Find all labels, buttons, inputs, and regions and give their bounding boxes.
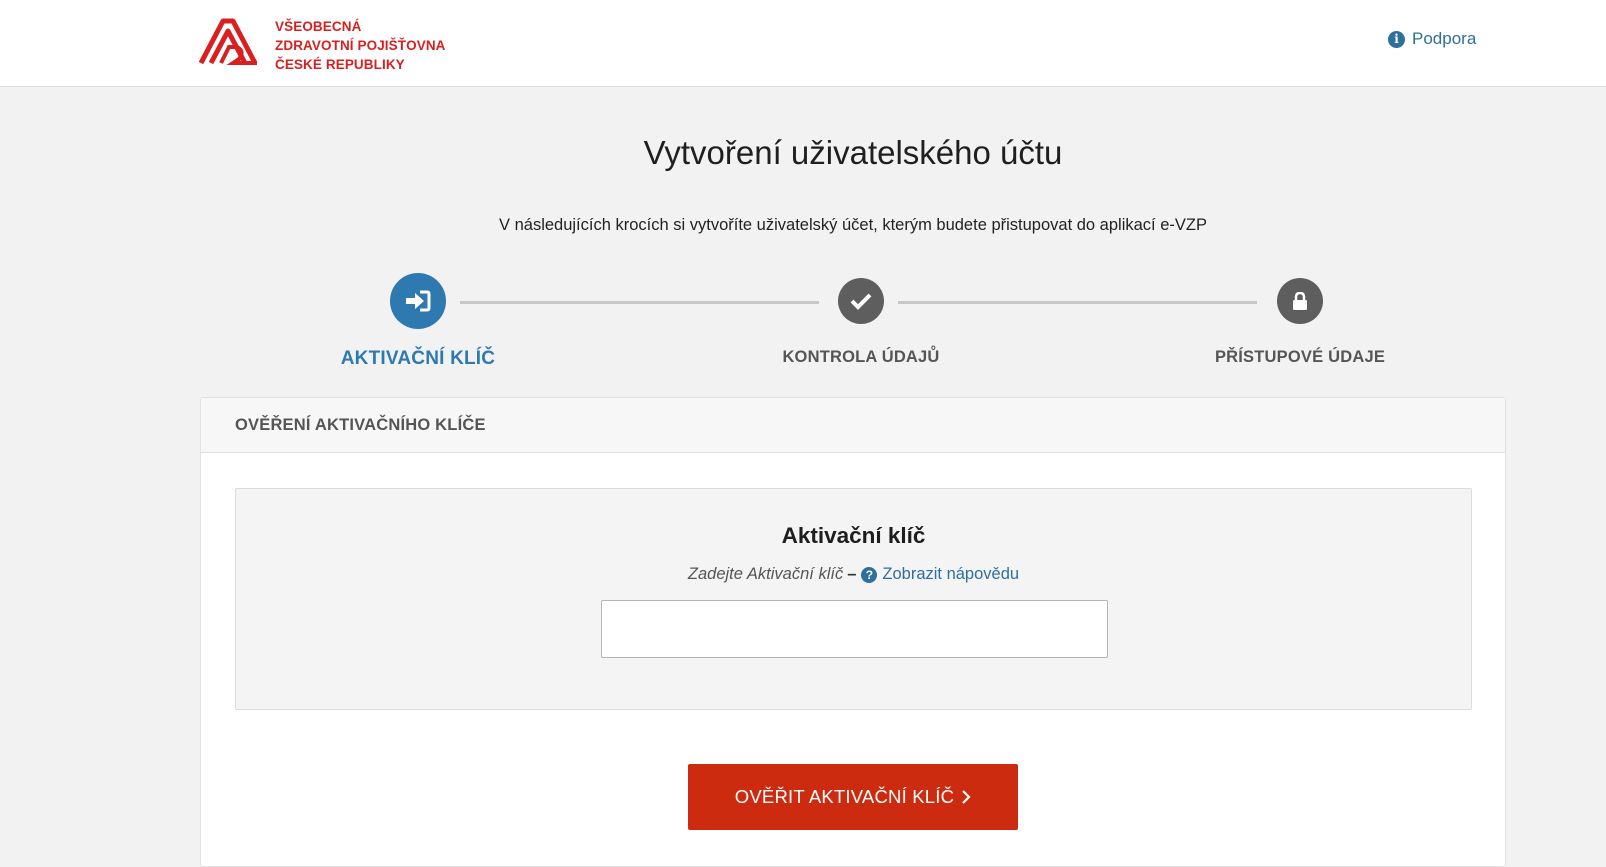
key-hint: Zadejte Aktivační klíč – ? Zobrazit nápo… <box>236 565 1471 584</box>
logo-line: ČESKÉ REPUBLIKY <box>275 57 405 72</box>
check-icon <box>850 293 872 310</box>
support-label: Podpora <box>1412 29 1477 48</box>
card-header: OVĚŘENÍ AKTIVAČNÍHO KLÍČE <box>201 398 1505 453</box>
top-header: VŠEOBECNÁ ZDRAVOTNÍ POJIŠŤOVNA ČESKÉ REP… <box>0 0 1606 87</box>
logo-line: ZDRAVOTNÍ POJIŠŤOVNA <box>275 38 446 53</box>
question-icon[interactable]: ? <box>861 566 878 583</box>
help-link[interactable]: Zobrazit nápovědu <box>882 565 1019 584</box>
step-2-circle <box>838 278 884 324</box>
step-1-label: AKTIVAČNÍ KLÍČ <box>340 348 496 369</box>
step-2-label: KONTROLA ÚDAJŮ <box>782 348 940 366</box>
lock-icon <box>1293 292 1307 310</box>
key-box: Aktivační klíč Zadejte Aktivační klíč – … <box>235 488 1472 710</box>
key-hint-text: Zadejte Aktivační klíč <box>687 565 844 583</box>
step-3-circle <box>1277 278 1323 324</box>
page-subtitle: V následujících krocích si vytvoříte uži… <box>499 216 1207 234</box>
logo-line: VŠEOBECNÁ <box>275 19 362 34</box>
sign-in-icon <box>406 290 431 312</box>
key-title: Aktivační klíč <box>781 523 926 548</box>
page-title: Vytvoření uživatelského účtu <box>643 134 1063 171</box>
support-link[interactable]: i Podpora <box>1388 29 1476 49</box>
vzp-logo[interactable]: VŠEOBECNÁ ZDRAVOTNÍ POJIŠŤOVNA ČESKÉ REP… <box>199 17 446 74</box>
verify-key-button[interactable]: OVĚŘIT AKTIVAČNÍ KLÍČ <box>688 764 1018 830</box>
step-connector <box>898 301 1257 304</box>
step-3-label: PŘÍSTUPOVÉ ÚDAJE <box>1214 348 1386 366</box>
step-1-circle <box>390 273 446 329</box>
vzp-logo-mark <box>199 18 258 65</box>
verify-button-label: OVĚŘIT AKTIVAČNÍ KLÍČ <box>734 786 955 807</box>
chevron-right-icon <box>962 790 971 804</box>
step-connector <box>460 301 819 304</box>
vzp-logo-text: VŠEOBECNÁ ZDRAVOTNÍ POJIŠŤOVNA ČESKÉ REP… <box>275 17 446 74</box>
info-icon: i <box>1388 30 1405 48</box>
hint-dash: – <box>847 565 857 583</box>
activation-key-input[interactable] <box>601 600 1108 658</box>
